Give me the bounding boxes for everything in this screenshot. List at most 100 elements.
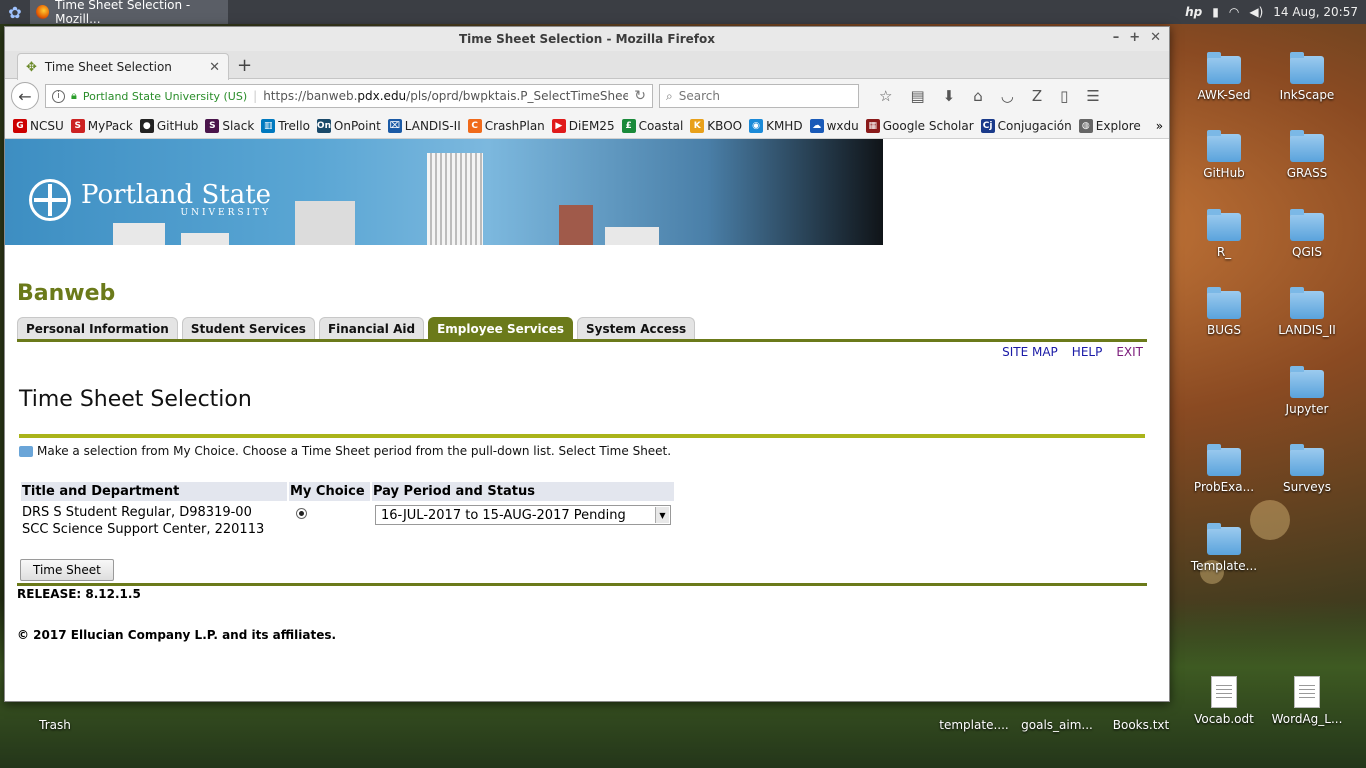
maximize-icon[interactable]: + — [1129, 30, 1140, 45]
tab-time-sheet-selection[interactable]: ✥ Time Sheet Selection ✕ — [17, 53, 229, 80]
site-identity[interactable]: Portland State University (US) — [83, 90, 247, 103]
table-row: DRS S Student Regular, D98319-00 SCC Sci… — [21, 503, 674, 539]
bookmark-label: Google Scholar — [882, 118, 974, 133]
info-icon[interactable]: i — [52, 89, 65, 103]
bookmark-favicon-icon: ⌧ — [387, 118, 402, 133]
desktop-icon-probexa[interactable]: ProbExa... — [1184, 444, 1264, 494]
bookmark-label: OnPoint — [333, 118, 381, 133]
tab-financial-aid[interactable]: Financial Aid — [318, 317, 425, 339]
desktop-icon-r[interactable]: R_ — [1184, 209, 1264, 259]
new-tab-icon[interactable]: + — [237, 55, 252, 76]
bookmark-github[interactable]: ● GitHub — [139, 118, 198, 133]
bookmark-favicon-icon: ◉ — [749, 118, 764, 133]
back-button[interactable]: ← — [11, 82, 39, 110]
desktop-icon-wordag[interactable]: WordAg_L... — [1267, 676, 1347, 726]
lock-icon[interactable]: 🔒︎ — [71, 89, 77, 103]
header-pay-period: Pay Period and Status — [372, 482, 674, 501]
app-menu-icon[interactable]: ✿ — [0, 0, 30, 24]
zotero-icon[interactable]: Z — [1032, 87, 1042, 105]
desktop-icon-books[interactable]: Books.txt — [1101, 718, 1181, 732]
bookmark-kmhd[interactable]: ◉ KMHD — [749, 118, 803, 133]
desktop-icon-inkscape[interactable]: InkScape — [1267, 52, 1347, 102]
volume-icon[interactable]: ◀) — [1249, 5, 1263, 19]
tab-employee-services[interactable]: Employee Services — [428, 317, 574, 339]
time-sheet-button[interactable]: Time Sheet — [20, 559, 114, 581]
tab-system-access[interactable]: System Access — [577, 317, 696, 339]
close-icon[interactable]: ✕ — [1150, 30, 1161, 45]
help-link[interactable]: HELP — [1072, 345, 1103, 359]
desktop-icon-trash[interactable]: Trash — [15, 718, 95, 732]
system-tray: hp ▮ ◠ ◀) 14 Aug, 20:57 — [1185, 0, 1366, 24]
bookmark-label: wxdu — [826, 118, 859, 133]
desktop-icon-jupyter[interactable]: Jupyter — [1267, 366, 1347, 416]
url-domain: pdx.edu — [357, 89, 407, 103]
url-text[interactable]: https://banweb.pdx.edu/pls/oprd/bwpktais… — [263, 89, 628, 103]
clock[interactable]: 14 Aug, 20:57 — [1273, 5, 1358, 19]
desktop-icon-templates[interactable]: Template... — [1184, 523, 1264, 573]
hp-icon[interactable]: hp — [1185, 5, 1202, 19]
bookmark-favicon-icon: ▦ — [865, 118, 880, 133]
tab-personal-information[interactable]: Personal Information — [17, 317, 178, 339]
bookmarks-overflow-icon[interactable]: » — [1156, 119, 1163, 133]
bookmark-ncsu[interactable]: G NCSU — [13, 118, 64, 133]
document-icon — [1211, 676, 1237, 708]
psu-logo[interactable]: Portland State UNIVERSITY — [29, 179, 271, 221]
bookmark-slack[interactable]: S Slack — [205, 118, 255, 133]
desktop-icon-grass[interactable]: GRASS — [1267, 130, 1347, 180]
reading-list-icon[interactable]: ▤ — [910, 87, 924, 105]
desktop-icon-surveys[interactable]: Surveys — [1267, 444, 1347, 494]
bookmark-kboo[interactable]: K KBOO — [690, 118, 743, 133]
desktop-icon-goals[interactable]: goals_aim... — [1017, 718, 1097, 732]
bookmark-conjugaci-n[interactable]: Cj Conjugación — [980, 118, 1072, 133]
bookmark-diem25[interactable]: ▶ DiEM25 — [551, 118, 615, 133]
bookmark-favicon-icon: £ — [621, 118, 636, 133]
pay-period-select[interactable]: 16-JUL-2017 to 15-AUG-2017 Pending ▼ — [375, 505, 671, 525]
page-icon[interactable]: ▯ — [1060, 87, 1068, 105]
folder-icon — [1290, 52, 1324, 84]
desktop-icon-qgis[interactable]: QGIS — [1267, 209, 1347, 259]
taskbar-firefox-task[interactable]: Time Sheet Selection - Mozill... — [30, 0, 228, 26]
bookmark-onpoint[interactable]: On OnPoint — [316, 118, 381, 133]
desktop-icon-template-file[interactable]: template.... — [934, 718, 1014, 732]
my-choice-radio[interactable] — [296, 508, 307, 519]
desktop-icon-vocab[interactable]: Vocab.odt — [1184, 676, 1264, 726]
bookmark-crashplan[interactable]: C CrashPlan — [467, 118, 545, 133]
site-map-link[interactable]: SITE MAP — [1002, 345, 1058, 359]
desktop-icon-bugs[interactable]: BUGS — [1184, 287, 1264, 337]
bookmark-star-icon[interactable]: ☆ — [879, 87, 892, 105]
hamburger-menu-icon[interactable]: ☰ — [1086, 87, 1099, 105]
dropdown-arrow-icon[interactable]: ▼ — [655, 507, 669, 523]
tab-strip: ✥ Time Sheet Selection ✕ + — [5, 51, 1169, 80]
bookmark-label: Slack — [222, 118, 255, 133]
bookmark-label: Conjugación — [997, 118, 1072, 133]
pocket-icon[interactable]: ◡ — [1001, 87, 1014, 105]
url-bar[interactable]: i 🔒︎ Portland State University (US) | ht… — [45, 84, 653, 108]
battery-icon[interactable]: ▮ — [1212, 5, 1219, 19]
desktop-icon-landis[interactable]: LANDIS_II — [1267, 287, 1347, 337]
tab-student-services[interactable]: Student Services — [181, 317, 315, 339]
bookmark-coastal[interactable]: £ Coastal — [621, 118, 683, 133]
psu-wordmark: Portland State UNIVERSITY — [81, 180, 272, 218]
time-sheet-table: Title and Department My Choice Pay Perio… — [19, 480, 676, 541]
home-icon[interactable]: ⌂ — [973, 87, 983, 105]
tab-close-icon[interactable]: ✕ — [209, 60, 220, 75]
desktop-icon-awk-sed[interactable]: AWK-Sed — [1184, 52, 1264, 102]
desktop-icon-github[interactable]: GitHub — [1184, 130, 1264, 180]
bookmark-trello[interactable]: ▥ Trello — [261, 118, 310, 133]
psu-favicon-icon: ✥ — [26, 59, 37, 75]
reload-icon[interactable]: ↻ — [634, 88, 646, 104]
bookmark-label: Explore — [1095, 118, 1141, 133]
bookmark-landis-ii[interactable]: ⌧ LANDIS-II — [387, 118, 461, 133]
exit-link[interactable]: EXIT — [1116, 345, 1143, 359]
minimize-icon[interactable]: – — [1113, 30, 1120, 45]
wifi-icon[interactable]: ◠ — [1229, 5, 1239, 19]
bookmark-explore[interactable]: ◍ Explore — [1078, 118, 1141, 133]
bookmark-wxdu[interactable]: ☁ wxdu — [809, 118, 859, 133]
bookmark-google-scholar[interactable]: ▦ Google Scholar — [865, 118, 974, 133]
download-icon[interactable]: ⬇ — [943, 87, 956, 105]
window-titlebar[interactable]: Time Sheet Selection - Mozilla Firefox –… — [5, 27, 1169, 51]
search-input[interactable]: ⌕ Search — [659, 84, 859, 108]
bookmark-label: KBOO — [707, 118, 743, 133]
folder-icon — [1207, 523, 1241, 555]
bookmark-mypack[interactable]: S MyPack — [70, 118, 133, 133]
